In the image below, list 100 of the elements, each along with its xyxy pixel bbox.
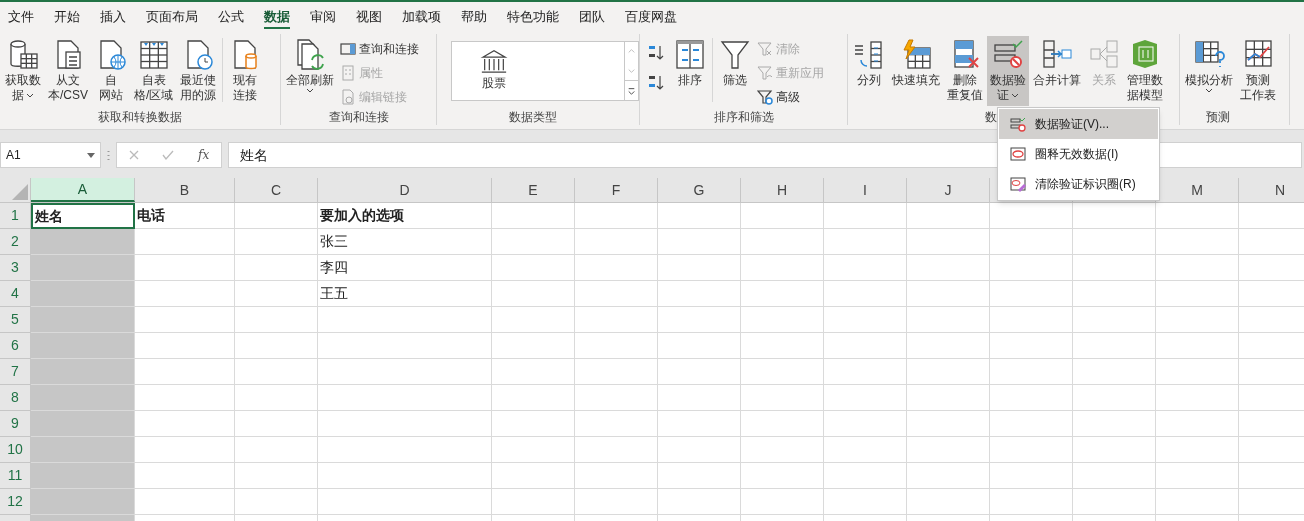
ribbon-button[interactable]: 筛选 bbox=[716, 36, 754, 106]
table-cell[interactable] bbox=[492, 229, 575, 255]
ribbon-tab[interactable]: 公式 bbox=[211, 4, 251, 30]
table-cell[interactable] bbox=[492, 385, 575, 411]
ribbon-button[interactable]: 删除 重复值 bbox=[944, 36, 986, 106]
table-cell[interactable] bbox=[575, 229, 658, 255]
ribbon-small-button[interactable]: 查询和连接 bbox=[338, 38, 421, 60]
ribbon-button[interactable]: 现有 连接 bbox=[226, 36, 265, 106]
table-cell[interactable] bbox=[235, 489, 318, 515]
ribbon-button[interactable]: 数据验 证 bbox=[987, 36, 1029, 106]
data-type-gallery[interactable]: 股票 bbox=[451, 41, 625, 101]
table-cell[interactable] bbox=[1156, 437, 1239, 463]
row-header[interactable]: 3 bbox=[0, 255, 31, 281]
table-cell[interactable] bbox=[1073, 359, 1156, 385]
table-cell[interactable] bbox=[990, 203, 1073, 229]
table-cell[interactable] bbox=[235, 307, 318, 333]
row-header[interactable]: 8 bbox=[0, 385, 31, 411]
table-cell[interactable] bbox=[990, 333, 1073, 359]
column-header[interactable]: N bbox=[1239, 178, 1304, 202]
ribbon-button[interactable]: 获取数 据 bbox=[2, 36, 44, 106]
table-cell[interactable] bbox=[235, 229, 318, 255]
table-cell[interactable] bbox=[31, 385, 135, 411]
table-cell[interactable] bbox=[907, 281, 990, 307]
table-cell[interactable] bbox=[907, 489, 990, 515]
table-cell[interactable] bbox=[741, 411, 824, 437]
ribbon-button[interactable]: 预测 工作表 bbox=[1237, 36, 1279, 106]
table-cell[interactable] bbox=[575, 307, 658, 333]
table-cell[interactable] bbox=[741, 333, 824, 359]
ribbon-tab[interactable]: 数据 bbox=[257, 4, 297, 30]
table-cell[interactable] bbox=[135, 489, 235, 515]
table-cell[interactable] bbox=[658, 489, 741, 515]
table-cell[interactable] bbox=[492, 411, 575, 437]
column-header[interactable]: C bbox=[235, 178, 318, 202]
table-cell[interactable] bbox=[658, 359, 741, 385]
ribbon-tab[interactable]: 百度网盘 bbox=[618, 4, 684, 30]
ribbon-tab[interactable]: 特色功能 bbox=[500, 4, 566, 30]
table-cell[interactable] bbox=[135, 255, 235, 281]
table-cell[interactable] bbox=[235, 411, 318, 437]
table-cell[interactable] bbox=[824, 203, 907, 229]
row-header[interactable]: 12 bbox=[0, 489, 31, 515]
table-cell[interactable] bbox=[1156, 307, 1239, 333]
table-cell[interactable] bbox=[135, 359, 235, 385]
table-cell[interactable] bbox=[492, 281, 575, 307]
row-header[interactable]: 6 bbox=[0, 333, 31, 359]
table-cell[interactable] bbox=[135, 281, 235, 307]
table-cell[interactable] bbox=[235, 203, 318, 229]
table-cell[interactable] bbox=[658, 437, 741, 463]
ribbon-button[interactable]: 合并计算 bbox=[1030, 36, 1084, 106]
table-cell[interactable] bbox=[1156, 255, 1239, 281]
table-cell[interactable] bbox=[824, 411, 907, 437]
insert-function-button[interactable]: fx bbox=[198, 146, 210, 164]
ribbon-button[interactable]: 排序 bbox=[671, 36, 709, 106]
table-cell[interactable] bbox=[492, 307, 575, 333]
table-cell[interactable]: 电话 bbox=[135, 203, 235, 229]
table-cell[interactable] bbox=[575, 463, 658, 489]
table-cell[interactable] bbox=[990, 281, 1073, 307]
table-cell[interactable] bbox=[990, 437, 1073, 463]
table-cell[interactable]: 张三 bbox=[318, 229, 492, 255]
table-cell[interactable] bbox=[575, 255, 658, 281]
table-cell[interactable] bbox=[658, 281, 741, 307]
table-cell[interactable] bbox=[990, 463, 1073, 489]
table-cell[interactable] bbox=[235, 385, 318, 411]
table-cell[interactable] bbox=[1073, 437, 1156, 463]
table-cell[interactable] bbox=[741, 229, 824, 255]
ribbon-tab[interactable]: 页面布局 bbox=[139, 4, 205, 30]
table-cell[interactable] bbox=[1156, 203, 1239, 229]
table-cell[interactable] bbox=[658, 307, 741, 333]
table-cell[interactable] bbox=[575, 333, 658, 359]
table-cell[interactable]: 姓名 bbox=[31, 203, 135, 229]
table-cell[interactable] bbox=[135, 229, 235, 255]
table-cell[interactable] bbox=[31, 463, 135, 489]
ribbon-button[interactable]: 快速填充 bbox=[889, 36, 943, 106]
table-cell[interactable]: 王五 bbox=[318, 281, 492, 307]
table-cell[interactable] bbox=[907, 437, 990, 463]
table-cell[interactable] bbox=[1073, 307, 1156, 333]
table-cell[interactable] bbox=[31, 437, 135, 463]
ribbon-button[interactable]: 最近使 用的源 bbox=[177, 36, 220, 106]
table-cell[interactable] bbox=[31, 359, 135, 385]
table-cell[interactable] bbox=[907, 463, 990, 489]
name-box[interactable]: A1 bbox=[0, 142, 101, 168]
table-cell[interactable] bbox=[990, 489, 1073, 515]
table-cell[interactable] bbox=[741, 437, 824, 463]
cancel-icon[interactable] bbox=[128, 150, 139, 160]
table-cell[interactable] bbox=[235, 333, 318, 359]
table-cell[interactable] bbox=[492, 333, 575, 359]
ribbon-button[interactable]: 模拟分析 bbox=[1182, 36, 1236, 106]
menu-item[interactable]: 圈释无效数据(I) bbox=[999, 139, 1158, 169]
table-cell[interactable] bbox=[575, 359, 658, 385]
column-header[interactable]: G bbox=[658, 178, 741, 202]
table-cell[interactable] bbox=[1156, 385, 1239, 411]
ribbon-tab[interactable]: 审阅 bbox=[303, 4, 343, 30]
table-cell[interactable]: 李四 bbox=[318, 255, 492, 281]
ribbon-tab[interactable]: 插入 bbox=[93, 4, 133, 30]
table-cell[interactable] bbox=[492, 359, 575, 385]
table-cell[interactable] bbox=[658, 229, 741, 255]
table-cell[interactable] bbox=[907, 333, 990, 359]
table-cell[interactable] bbox=[318, 437, 492, 463]
table-cell[interactable] bbox=[907, 229, 990, 255]
column-header[interactable]: A bbox=[31, 178, 135, 202]
table-cell[interactable] bbox=[135, 437, 235, 463]
